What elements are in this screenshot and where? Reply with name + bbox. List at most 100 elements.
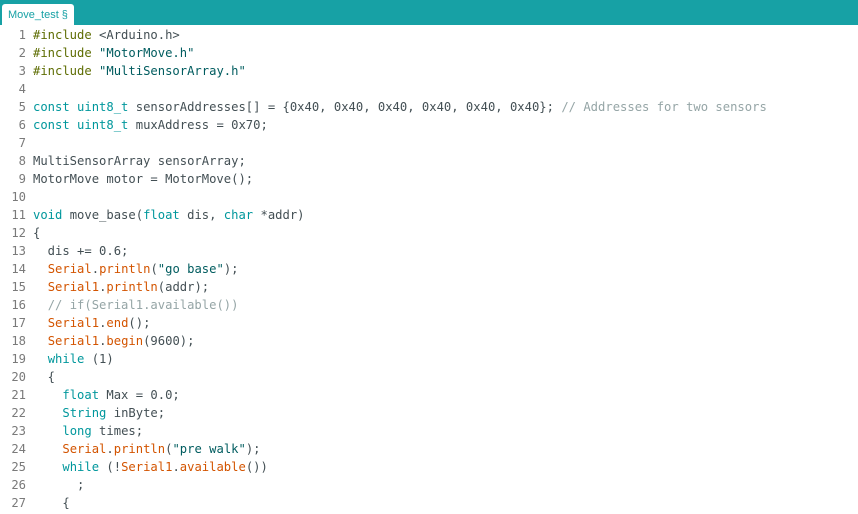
code-token: String	[62, 406, 107, 420]
code-text[interactable]: {	[33, 368, 55, 386]
code-text[interactable]: #include "MotorMove.h"	[33, 44, 194, 62]
code-line[interactable]: 18 Serial1.begin(9600);	[0, 332, 858, 350]
code-text[interactable]: while (!Serial1.available())	[33, 458, 267, 476]
line-number: 27	[11, 496, 26, 510]
line-number: 9	[18, 172, 26, 186]
code-line[interactable]: 6 const uint8_t muxAddress = 0x70;	[0, 116, 858, 134]
code-line[interactable]: 13 dis += 0.6;	[0, 242, 858, 260]
code-text[interactable]: {	[33, 494, 69, 512]
tab-bar: Move_test §	[0, 0, 858, 25]
code-text[interactable]: float Max = 0.0;	[33, 386, 180, 404]
line-number: 11	[11, 208, 26, 222]
tab-move-test[interactable]: Move_test §	[2, 4, 74, 25]
code-token: const	[33, 100, 70, 114]
code-text[interactable]: dis += 0.6;	[33, 242, 129, 260]
code-token: MultiSensorArray sensorArray;	[33, 154, 246, 168]
code-text[interactable]: ;	[33, 476, 84, 494]
code-text[interactable]: MultiSensorArray sensorArray;	[33, 152, 246, 170]
code-token: available	[179, 460, 246, 474]
code-text[interactable]: Serial.println("go base");	[33, 260, 239, 278]
code-token: MotorMove motor = MotorMove();	[33, 172, 254, 186]
line-number: 3	[18, 64, 26, 78]
code-token: Serial1	[47, 280, 100, 294]
code-token: while	[62, 460, 100, 474]
code-line[interactable]: 11 void move_base(float dis, char *addr)	[0, 206, 858, 224]
line-number: 23	[11, 424, 26, 438]
code-line[interactable]: 16 // if(Serial1.available())	[0, 296, 858, 314]
code-line[interactable]: 19 while (1)	[0, 350, 858, 368]
code-token: float	[62, 388, 100, 402]
code-token: while	[47, 352, 85, 366]
code-token: Max = 0.0;	[99, 388, 180, 402]
code-token: Serial	[47, 262, 92, 276]
code-token: (	[150, 262, 158, 276]
line-number: 22	[11, 406, 26, 420]
line-number: 24	[11, 442, 26, 456]
code-token: *addr)	[253, 208, 305, 222]
code-text[interactable]: Serial1.println(addr);	[33, 278, 209, 296]
code-token: // Addresses for two sensors	[561, 100, 767, 114]
code-text[interactable]: {	[33, 224, 40, 242]
code-line[interactable]: 10	[0, 188, 858, 206]
code-line[interactable]: 3 #include "MultiSensorArray.h"	[0, 62, 858, 80]
code-token: println	[106, 280, 158, 294]
code-text[interactable]: const uint8_t muxAddress = 0x70;	[33, 116, 268, 134]
code-line[interactable]: 21 float Max = 0.0;	[0, 386, 858, 404]
code-line[interactable]: 24 Serial.println("pre walk");	[0, 440, 858, 458]
code-text[interactable]: MotorMove motor = MotorMove();	[33, 170, 253, 188]
code-line[interactable]: 1 #include <Arduino.h>	[0, 26, 858, 44]
code-line[interactable]: 4	[0, 80, 858, 98]
code-token: #include	[33, 46, 92, 60]
code-text[interactable]: #include "MultiSensorArray.h"	[33, 62, 246, 80]
line-number: 4	[18, 82, 26, 96]
code-editor[interactable]: 1 #include <Arduino.h> 2 #include "MotorMov…	[0, 25, 858, 514]
code-text[interactable]: // if(Serial1.available())	[33, 296, 239, 314]
code-text[interactable]: long times;	[33, 422, 143, 440]
line-number: 6	[18, 118, 26, 132]
code-line[interactable]: 26 ;	[0, 476, 858, 494]
line-number: 16	[11, 298, 26, 312]
code-line[interactable]: 25 while (!Serial1.available())	[0, 458, 858, 476]
code-token: (addr);	[157, 280, 210, 294]
code-token: .	[172, 460, 180, 474]
code-text[interactable]: #include <Arduino.h>	[33, 26, 180, 44]
line-number: 19	[11, 352, 26, 366]
code-line[interactable]: 7	[0, 134, 858, 152]
code-line[interactable]: 17 Serial1.end();	[0, 314, 858, 332]
code-line[interactable]: 14 Serial.println("go base");	[0, 260, 858, 278]
code-token: Serial1	[47, 334, 100, 348]
code-line[interactable]: 27 {	[0, 494, 858, 512]
code-token: (1)	[84, 352, 114, 366]
code-text[interactable]: Serial1.begin(9600);	[33, 332, 195, 350]
code-token: uint8_t	[77, 118, 129, 132]
code-line[interactable]: 12 {	[0, 224, 858, 242]
code-text[interactable]: while (1)	[33, 350, 114, 368]
code-line[interactable]: 2 #include "MotorMove.h"	[0, 44, 858, 62]
code-line[interactable]: 22 String inByte;	[0, 404, 858, 422]
code-line[interactable]: 9 MotorMove motor = MotorMove();	[0, 170, 858, 188]
code-text[interactable]: Serial1.end();	[33, 314, 151, 332]
code-line[interactable]: 23 long times;	[0, 422, 858, 440]
code-token: long	[62, 424, 92, 438]
code-text[interactable]: void move_base(float dis, char *addr)	[33, 206, 305, 224]
code-token: ();	[128, 316, 151, 330]
line-number: 12	[11, 226, 26, 240]
code-token: .	[91, 262, 100, 276]
code-line[interactable]: 8 MultiSensorArray sensorArray;	[0, 152, 858, 170]
code-text[interactable]: Serial.println("pre walk");	[33, 440, 260, 458]
code-line[interactable]: 5 const uint8_t sensorAddresses[] = {0x40…	[0, 98, 858, 116]
line-number: 17	[11, 316, 26, 330]
code-token: ;	[33, 478, 85, 492]
code-text[interactable]: const uint8_t sensorAddresses[] = {0x40,…	[33, 98, 767, 116]
code-token: move_base(	[62, 208, 144, 222]
code-text[interactable]: String inByte;	[33, 404, 165, 422]
code-line[interactable]: 15 Serial1.println(addr);	[0, 278, 858, 296]
code-line[interactable]: 20 {	[0, 368, 858, 386]
line-number: 15	[11, 280, 26, 294]
